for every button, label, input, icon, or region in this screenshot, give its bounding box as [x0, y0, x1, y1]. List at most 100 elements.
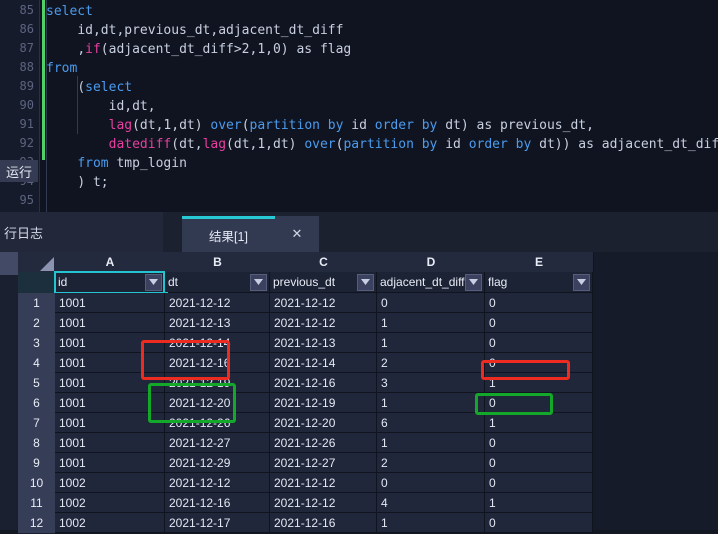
table-cell[interactable]: 1: [485, 413, 593, 433]
column-header-D[interactable]: D: [377, 252, 486, 273]
table-cell[interactable]: 0: [485, 333, 593, 353]
table-cell[interactable]: 0: [485, 453, 593, 473]
code-line: lag(dt,1,dt) over(partition by id order …: [108, 118, 594, 133]
row-header[interactable]: 9: [18, 453, 56, 474]
table-cell[interactable]: 1001: [55, 353, 165, 373]
table-cell[interactable]: 1: [377, 513, 485, 533]
select-all-corner[interactable]: [18, 252, 56, 273]
table-cell[interactable]: 0: [377, 473, 485, 493]
sql-editor[interactable]: 858687888990919293949596 select id,dt,pr…: [0, 0, 718, 226]
table-cell[interactable]: 2021-12-17: [165, 513, 270, 533]
field-header-flag[interactable]: flag: [485, 272, 593, 293]
table-cell[interactable]: 1002: [55, 513, 165, 533]
table-cell[interactable]: 2021-12-27: [270, 453, 377, 473]
field-header-id[interactable]: id: [55, 272, 165, 293]
column-header-C[interactable]: C: [270, 252, 378, 273]
row-header[interactable]: 1: [18, 293, 56, 314]
field-header-label: dt: [168, 275, 179, 289]
table-cell[interactable]: 1: [377, 393, 485, 413]
table-cell[interactable]: 2021-12-13: [270, 333, 377, 353]
table-cell[interactable]: 2021-12-27: [165, 433, 270, 453]
table-cell[interactable]: 2021-12-29: [165, 453, 270, 473]
code-area[interactable]: select id,dt,previous_dt,adjacent_dt_dif…: [46, 0, 718, 212]
row-header[interactable]: 11: [18, 493, 56, 514]
table-cell[interactable]: 0: [485, 353, 593, 373]
table-cell[interactable]: 0: [377, 293, 485, 313]
table-cell[interactable]: 1001: [55, 413, 165, 433]
field-header-adjacent_dt_diff[interactable]: adjacent_dt_diff: [377, 272, 485, 293]
column-header-B[interactable]: B: [165, 252, 271, 273]
row-header[interactable]: 2: [18, 313, 56, 334]
field-header-dt[interactable]: dt: [165, 272, 270, 293]
field-header-previous_dt[interactable]: previous_dt: [270, 272, 377, 293]
chevron-down-icon[interactable]: [250, 273, 267, 291]
row-header[interactable]: 5: [18, 373, 56, 394]
table-cell[interactable]: 2021-12-20: [270, 413, 377, 433]
table-cell[interactable]: 2021-12-16: [165, 493, 270, 513]
table-cell[interactable]: 1001: [55, 293, 165, 313]
table-cell[interactable]: 2: [377, 353, 485, 373]
table-cell[interactable]: 1001: [55, 453, 165, 473]
row-header[interactable]: 12: [18, 513, 56, 534]
table-cell[interactable]: 1001: [55, 333, 165, 353]
table-cell[interactable]: 2021-12-12: [165, 473, 270, 493]
table-cell[interactable]: 3: [377, 373, 485, 393]
table-cell[interactable]: 2021-12-16: [270, 513, 377, 533]
table-cell[interactable]: 1001: [55, 313, 165, 333]
table-cell[interactable]: 0: [485, 393, 593, 413]
table-cell[interactable]: 6: [377, 413, 485, 433]
table-cell[interactable]: 2021-12-13: [165, 313, 270, 333]
chevron-down-icon[interactable]: [145, 273, 162, 291]
row-header[interactable]: 8: [18, 433, 56, 454]
table-cell[interactable]: 2021-12-16: [270, 373, 377, 393]
table-cell[interactable]: 0: [485, 313, 593, 333]
table-cell[interactable]: 2021-12-12: [270, 293, 377, 313]
table-cell[interactable]: 2021-12-19: [270, 393, 377, 413]
table-cell[interactable]: 2021-12-14: [270, 353, 377, 373]
chevron-down-icon[interactable]: [357, 273, 374, 291]
table-cell[interactable]: 2021-12-12: [270, 313, 377, 333]
table-cell[interactable]: 0: [485, 433, 593, 453]
column-header-E[interactable]: E: [485, 252, 594, 273]
table-cell[interactable]: 1: [377, 433, 485, 453]
table-cell[interactable]: 2021-12-16: [165, 353, 270, 373]
close-icon[interactable]: ✕: [275, 216, 319, 252]
line-number: 86: [19, 22, 34, 36]
table-cell[interactable]: 2021-12-19: [165, 373, 270, 393]
chevron-down-icon[interactable]: [573, 273, 590, 291]
table-cell[interactable]: 1: [377, 333, 485, 353]
table-cell[interactable]: 2021-12-26: [165, 413, 270, 433]
code-line: id,dt,: [108, 99, 156, 114]
table-cell[interactable]: 2021-12-26: [270, 433, 377, 453]
table-cell[interactable]: 2021-12-12: [270, 473, 377, 493]
table-cell[interactable]: 1002: [55, 493, 165, 513]
table-cell[interactable]: 2021-12-20: [165, 393, 270, 413]
table-cell[interactable]: 4: [377, 493, 485, 513]
table-cell[interactable]: 1: [377, 313, 485, 333]
table-cell[interactable]: 1001: [55, 393, 165, 413]
row-header[interactable]: 3: [18, 333, 56, 354]
table-cell[interactable]: 0: [485, 473, 593, 493]
chevron-down-icon[interactable]: [465, 273, 482, 291]
table-cell[interactable]: 1001: [55, 373, 165, 393]
table-cell[interactable]: 2021-12-14: [165, 333, 270, 353]
table-cell[interactable]: 1: [485, 373, 593, 393]
table-cell[interactable]: 2021-12-12: [270, 493, 377, 513]
table-cell[interactable]: 2021-12-12: [165, 293, 270, 313]
row-header[interactable]: 6: [18, 393, 56, 414]
tab-result-1[interactable]: 结果[1]: [182, 216, 275, 252]
column-header-A[interactable]: A: [55, 252, 166, 273]
select-all-triangle-icon: [40, 257, 54, 271]
table-cell[interactable]: 1: [485, 493, 593, 513]
row-header[interactable]: 10: [18, 473, 56, 494]
table-cell[interactable]: 0: [485, 293, 593, 313]
table-cell[interactable]: 1001: [55, 433, 165, 453]
table-cell[interactable]: 0: [485, 513, 593, 533]
run-button[interactable]: 运行: [0, 160, 38, 182]
tab-run-log[interactable]: 行日志: [0, 212, 163, 252]
table-cell[interactable]: 2: [377, 453, 485, 473]
table-cell[interactable]: 1002: [55, 473, 165, 493]
row-header[interactable]: 7: [18, 413, 56, 434]
indent-guide: [46, 0, 47, 212]
row-header[interactable]: 4: [18, 353, 56, 374]
